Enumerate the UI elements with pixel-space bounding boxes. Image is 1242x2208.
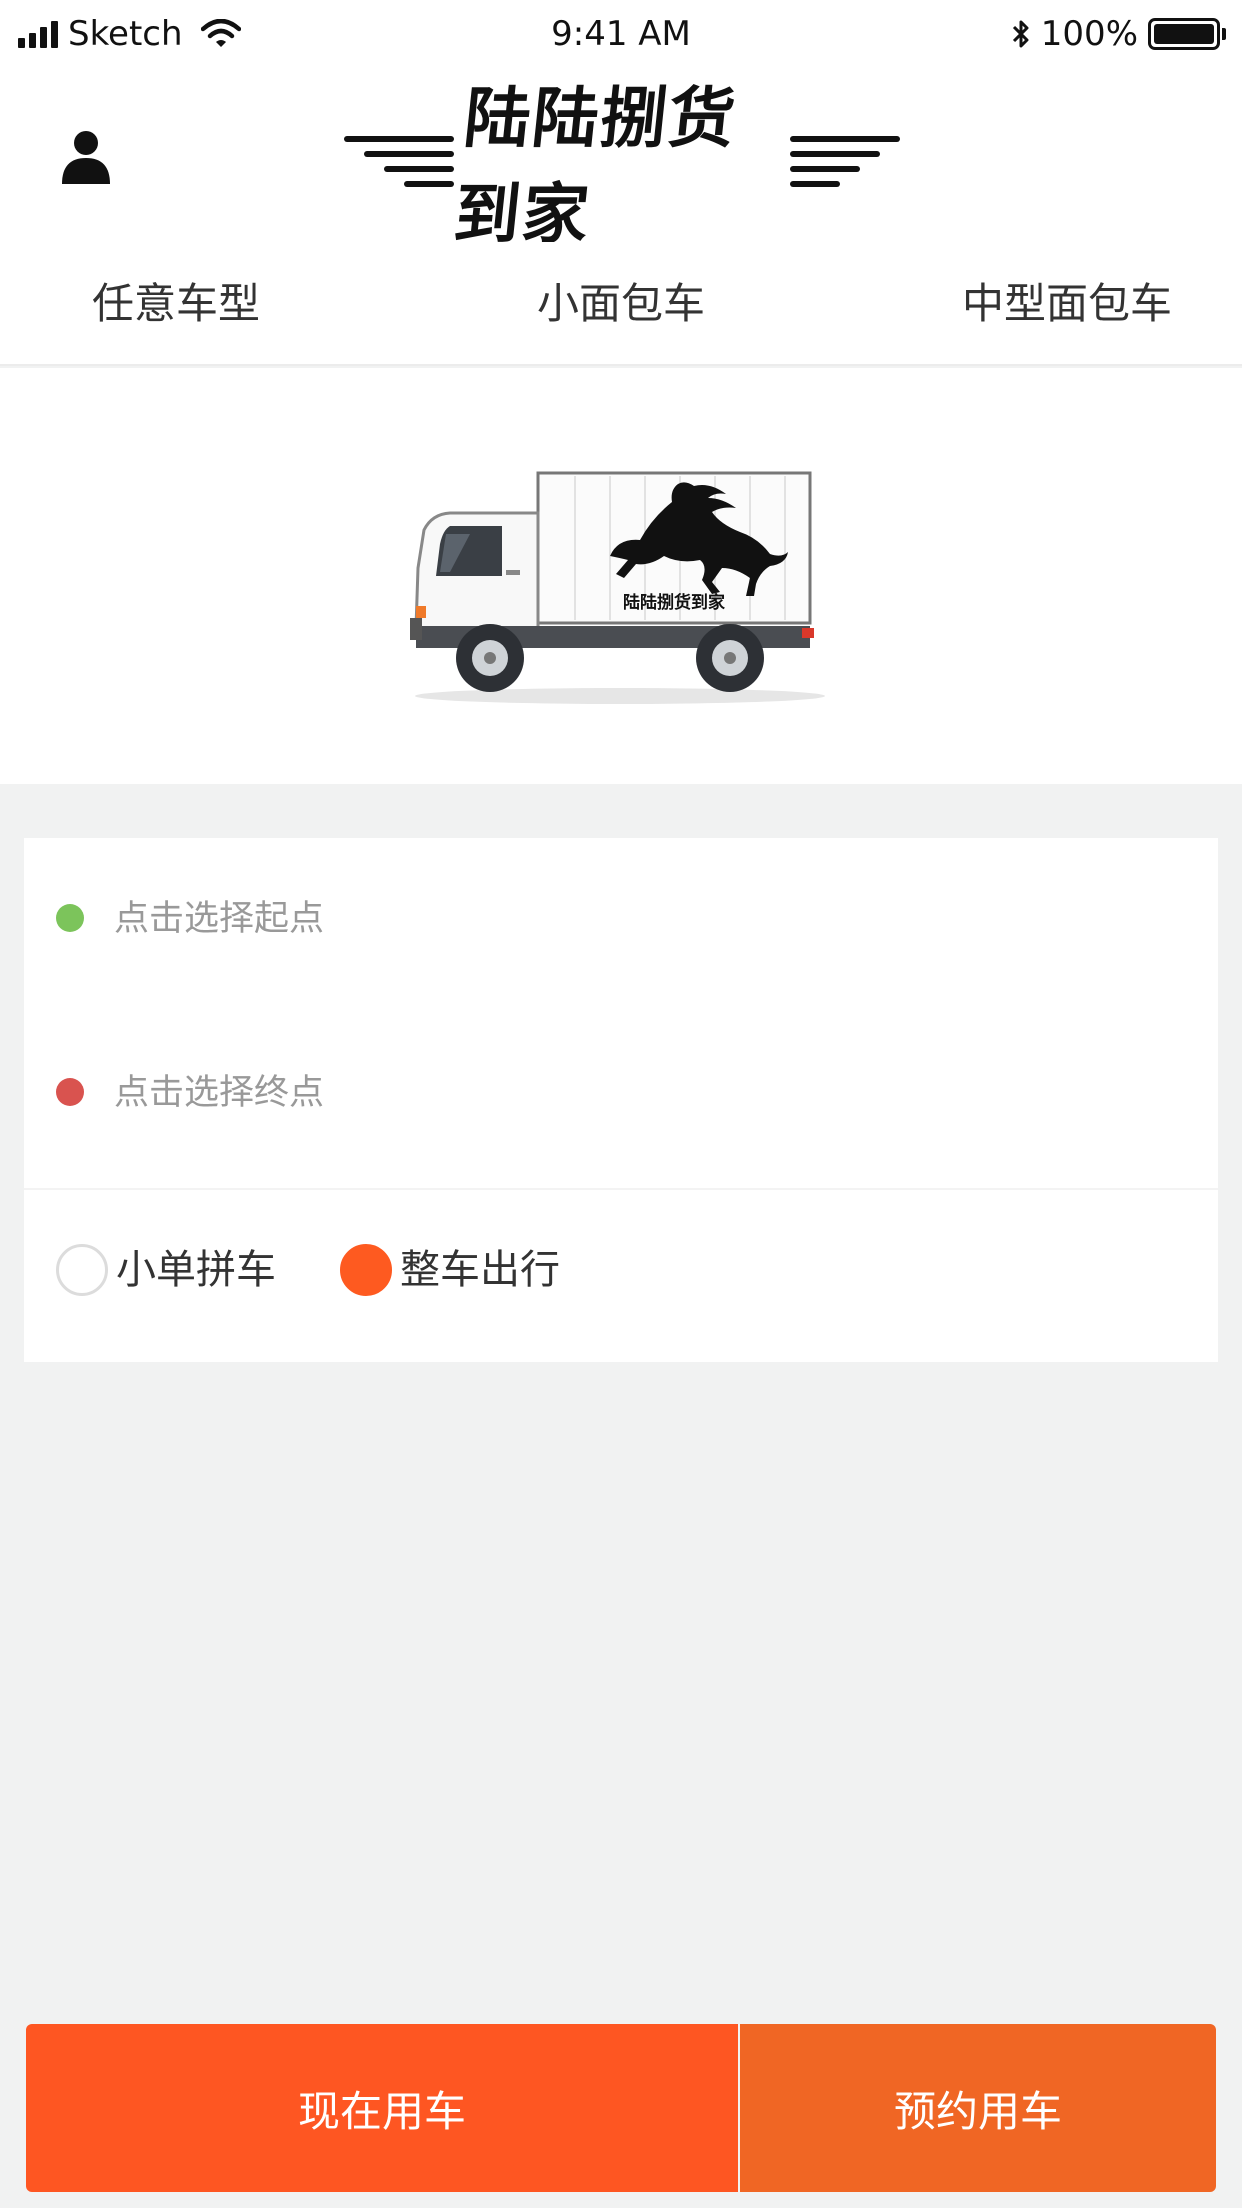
- battery-icon: [1148, 18, 1226, 50]
- end-point-placeholder: 点击选择终点: [114, 1073, 325, 1113]
- person-icon: [62, 131, 110, 184]
- logo-speed-lines-right: [790, 135, 900, 187]
- status-bar: Sketch 9:41 AM 100%: [0, 0, 1242, 66]
- ride-option-pool[interactable]: 小单拼车: [56, 1240, 276, 1300]
- app-header: 陆陆捌货到家: [0, 66, 1242, 253]
- book-ahead-button[interactable]: 预约用车: [740, 2024, 1216, 2192]
- end-dot-icon: [56, 1078, 84, 1106]
- logo-speed-lines-left: [344, 135, 454, 187]
- pool-label: 小单拼车: [116, 1247, 276, 1293]
- end-point-selector[interactable]: 点击选择终点: [24, 1032, 1218, 1152]
- front-wheel-icon: [456, 624, 524, 692]
- battery-percent: 100%: [1040, 14, 1138, 54]
- start-dot-icon: [56, 904, 84, 932]
- whole-radio[interactable]: [340, 1244, 392, 1296]
- start-point-placeholder: 点击选择起点: [114, 899, 325, 939]
- bluetooth-icon: [1012, 20, 1029, 48]
- logo-text: 陆陆捌货到家: [450, 79, 741, 253]
- rear-wheel-icon: [696, 624, 764, 692]
- start-point-selector[interactable]: 点击选择起点: [24, 858, 1218, 978]
- address-card: 点击选择起点 点击选择终点 小单拼车 整车出行: [24, 838, 1218, 1362]
- whole-label: 整车出行: [400, 1247, 560, 1293]
- use-now-button[interactable]: 现在用车: [26, 2024, 738, 2192]
- truck-box-label: 陆陆捌货到家: [623, 592, 725, 613]
- ride-option-whole[interactable]: 整车出行: [340, 1240, 560, 1300]
- truck-illustration: 陆陆捌货到家: [410, 471, 825, 704]
- profile-button[interactable]: [56, 126, 116, 186]
- pool-radio[interactable]: [56, 1244, 108, 1296]
- vehicle-preview-panel: 陆陆捌货到家: [0, 368, 1242, 784]
- app-logo: 陆陆捌货到家: [344, 79, 900, 253]
- tab-medium-van[interactable]: 中型面包车: [962, 278, 1172, 330]
- vehicle-type-tabs: 任意车型 小面包车 中型面包车: [0, 242, 1242, 366]
- card-divider: [24, 1188, 1218, 1190]
- status-right: 100%: [1011, 12, 1226, 56]
